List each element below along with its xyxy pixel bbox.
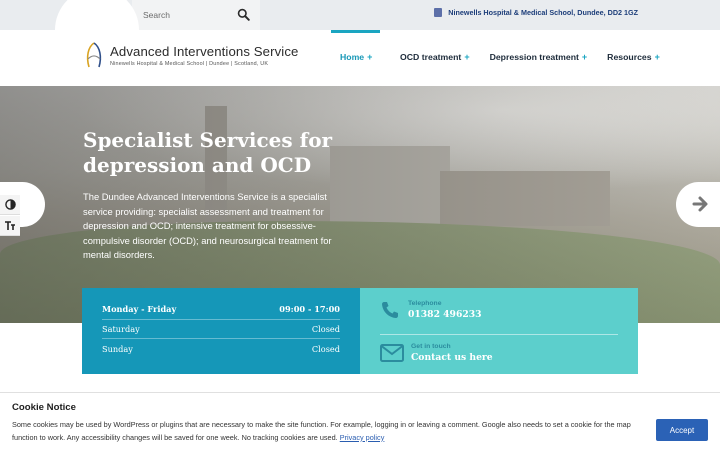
telephone-number[interactable]: 01382 496233 xyxy=(408,309,482,320)
hero-title: Specialist Services for depression and O… xyxy=(83,128,333,177)
contact-divider xyxy=(380,334,618,335)
hospital-address[interactable]: Ninewells Hospital & Medical School, Dun… xyxy=(434,8,638,17)
nav-item-ocd-treatment[interactable]: OCD treatment + xyxy=(400,30,470,86)
hours-day: Monday - Friday xyxy=(102,304,177,315)
search-box[interactable]: Search xyxy=(132,0,260,30)
hours-row: Monday - Friday 09:00 - 17:00 xyxy=(102,300,340,320)
accept-button[interactable]: Accept xyxy=(656,419,708,441)
cookie-text: Some cookies may be used by WordPress or… xyxy=(12,420,631,442)
telephone-block[interactable]: Telephone 01382 496233 xyxy=(380,300,482,320)
nav-item-label: OCD treatment xyxy=(400,52,462,62)
expand-plus-icon: + xyxy=(581,52,588,62)
mail-icon xyxy=(380,344,404,362)
expand-plus-icon: + xyxy=(367,52,373,62)
hours-row: Saturday Closed xyxy=(102,320,340,339)
nav-item-home[interactable]: Home + xyxy=(331,30,380,86)
address-text: Ninewells Hospital & Medical School, Dun… xyxy=(448,8,638,17)
nav-item-label: Home xyxy=(340,52,365,62)
cookie-title: Cookie Notice xyxy=(12,402,76,413)
hours-time: Closed xyxy=(311,323,340,334)
arrow-right-icon xyxy=(692,196,708,212)
hours-time: 09:00 - 17:00 xyxy=(279,304,340,315)
contact-us-link[interactable]: Contact us here xyxy=(411,352,493,363)
site-logo[interactable]: Advanced Interventions Service Ninewells… xyxy=(84,41,298,69)
hours-day: Saturday xyxy=(102,323,140,334)
hours-day: Sunday xyxy=(102,343,133,354)
contrast-icon xyxy=(4,199,16,210)
telephone-label: Telephone xyxy=(408,300,442,307)
expand-plus-icon: + xyxy=(654,52,660,62)
logo-title: Advanced Interventions Service xyxy=(110,43,299,59)
get-in-touch-label: Get in touch xyxy=(411,343,451,350)
cookie-notice: Cookie Notice Some cookies may be used b… xyxy=(0,392,720,450)
hours-row: Sunday Closed xyxy=(102,339,340,359)
privacy-policy-link[interactable]: Privacy policy xyxy=(340,433,385,442)
opening-hours-panel: Monday - Friday 09:00 - 17:00 Saturday C… xyxy=(82,288,360,374)
text-size-toggle[interactable] xyxy=(0,216,20,236)
contrast-toggle[interactable] xyxy=(0,195,20,215)
nav-item-depression-treatment[interactable]: Depression treatment + xyxy=(490,30,588,86)
nav-item-label: Resources xyxy=(607,52,652,62)
nav-item-resources[interactable]: Resources + xyxy=(607,30,660,86)
hours-time: Closed xyxy=(311,343,340,354)
building-icon xyxy=(434,8,443,17)
nav-item-label: Depression treatment xyxy=(489,52,579,62)
logo-subtitle: Ninewells Hospital & Medical School | Du… xyxy=(110,60,269,67)
phone-icon xyxy=(382,302,398,318)
get-in-touch-block[interactable]: Get in touch Contact us here xyxy=(380,343,493,363)
search-input[interactable]: Search xyxy=(143,10,170,20)
hero-description: The Dundee Advanced Interventions Servic… xyxy=(83,191,332,260)
main-nav: Home + OCD treatment + Depression treatmen… xyxy=(331,30,680,86)
logo-mark-icon xyxy=(86,42,102,68)
expand-plus-icon: + xyxy=(464,52,470,62)
slider-next-button[interactable] xyxy=(676,182,720,227)
contact-panel: Telephone 01382 496233 Get in touch Cont… xyxy=(360,288,638,374)
cookie-text-block: Some cookies may be used by WordPress or… xyxy=(12,419,652,444)
text-size-icon xyxy=(5,221,15,230)
search-icon[interactable] xyxy=(237,8,250,21)
